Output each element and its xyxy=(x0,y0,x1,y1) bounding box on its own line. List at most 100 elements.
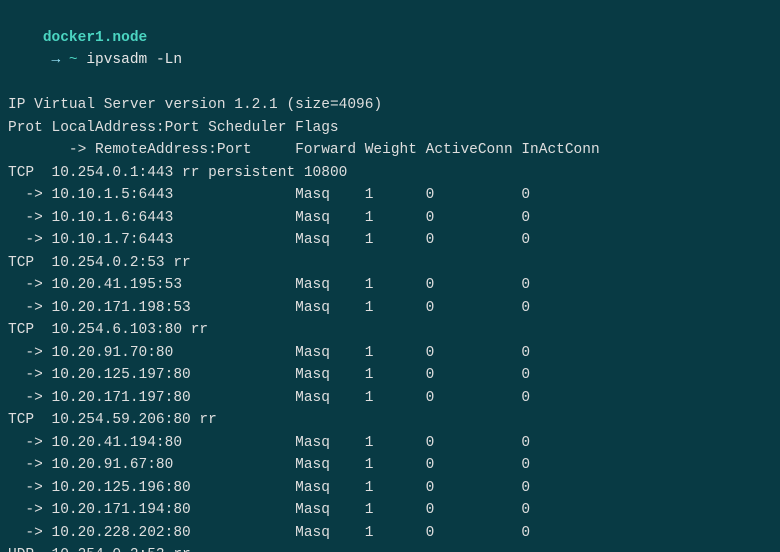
real-addr: 10.20.125.196:80 xyxy=(52,477,296,500)
hdr-remote: -> RemoteAddress:Port xyxy=(52,139,296,162)
real-addr: 10.20.171.197:80 xyxy=(52,387,296,410)
ipvs-table: TCP10.254.0.1:443 rr persistent 10800 ->… xyxy=(8,162,772,552)
real-forward: Masq xyxy=(295,432,365,455)
real-weight: 1 xyxy=(365,387,426,410)
prompt-arrow-icon: → xyxy=(43,52,69,68)
real-forward: Masq xyxy=(295,364,365,387)
real-addr: 10.10.1.5:6443 xyxy=(52,184,296,207)
service-row: TCP10.254.0.2:53 rr xyxy=(8,252,772,275)
real-activeconn: 0 xyxy=(426,454,522,477)
real-activeconn: 0 xyxy=(426,229,522,252)
real-indent: -> xyxy=(8,454,52,477)
real-addr: 10.10.1.7:6443 xyxy=(52,229,296,252)
real-weight: 1 xyxy=(365,499,426,522)
real-activeconn: 0 xyxy=(426,274,522,297)
real-weight: 1 xyxy=(365,297,426,320)
real-server-row: -> 10.10.1.6:6443 Masq 1 0 0 xyxy=(8,207,772,230)
real-activeconn: 0 xyxy=(426,207,522,230)
service-prot: TCP xyxy=(8,162,52,185)
real-inactconn: 0 xyxy=(521,184,591,207)
real-addr: 10.20.41.194:80 xyxy=(52,432,296,455)
real-addr: 10.20.171.198:53 xyxy=(52,297,296,320)
real-forward: Masq xyxy=(295,229,365,252)
real-forward: Masq xyxy=(295,522,365,545)
real-indent: -> xyxy=(8,184,52,207)
real-forward: Masq xyxy=(295,499,365,522)
header-row-1: ProtLocalAddress:Port SchedulerFlags xyxy=(8,117,772,140)
real-indent: -> xyxy=(8,342,52,365)
real-activeconn: 0 xyxy=(426,387,522,410)
service-addr: 10.254.59.206:80 rr xyxy=(52,409,296,432)
service-row: TCP10.254.6.103:80 rr xyxy=(8,319,772,342)
real-activeconn: 0 xyxy=(426,522,522,545)
real-server-row: -> 10.20.41.195:53 Masq 1 0 0 xyxy=(8,274,772,297)
real-weight: 1 xyxy=(365,522,426,545)
hdr-inactconn: InActConn xyxy=(521,139,591,162)
service-row: TCP10.254.0.1:443 rr persistent 10800 xyxy=(8,162,772,185)
real-indent: -> xyxy=(8,207,52,230)
real-addr: 10.20.41.195:53 xyxy=(52,274,296,297)
real-addr: 10.20.228.202:80 xyxy=(52,522,296,545)
real-indent: -> xyxy=(8,477,52,500)
real-server-row: -> 10.10.1.7:6443 Masq 1 0 0 xyxy=(8,229,772,252)
service-prot: UDP xyxy=(8,544,52,552)
service-addr: 10.254.0.1:443 rr persistent 10800 xyxy=(52,162,296,185)
header-row-2: -> RemoteAddress:PortForwardWeightActive… xyxy=(8,139,772,162)
prompt-line: docker1.node → ~ ipvsadm -Ln xyxy=(8,4,772,94)
real-weight: 1 xyxy=(365,229,426,252)
real-addr: 10.20.171.194:80 xyxy=(52,499,296,522)
banner-line: IP Virtual Server version 1.2.1 (size=40… xyxy=(8,94,772,117)
terminal-window[interactable]: docker1.node → ~ ipvsadm -Ln IP Virtual … xyxy=(0,0,780,552)
service-prot: TCP xyxy=(8,252,52,275)
real-activeconn: 0 xyxy=(426,364,522,387)
hdr-flags: Flags xyxy=(295,120,339,136)
service-addr: 10.254.0.2:53 rr xyxy=(52,252,296,275)
real-weight: 1 xyxy=(365,454,426,477)
real-indent: -> xyxy=(8,387,52,410)
command-text: ipvsadm -Ln xyxy=(86,52,182,68)
real-activeconn: 0 xyxy=(426,297,522,320)
real-server-row: -> 10.20.41.194:80 Masq 1 0 0 xyxy=(8,432,772,455)
real-weight: 1 xyxy=(365,274,426,297)
real-addr: 10.20.91.67:80 xyxy=(52,454,296,477)
real-inactconn: 0 xyxy=(521,499,591,522)
real-weight: 1 xyxy=(365,342,426,365)
real-activeconn: 0 xyxy=(426,432,522,455)
service-row: TCP10.254.59.206:80 rr xyxy=(8,409,772,432)
service-prot: TCP xyxy=(8,409,52,432)
real-inactconn: 0 xyxy=(521,229,591,252)
real-inactconn: 0 xyxy=(521,342,591,365)
real-server-row: -> 10.10.1.5:6443 Masq 1 0 0 xyxy=(8,184,772,207)
prompt-path: ~ xyxy=(69,52,78,68)
real-indent: -> xyxy=(8,364,52,387)
real-server-row: -> 10.20.171.197:80 Masq 1 0 0 xyxy=(8,387,772,410)
real-forward: Masq xyxy=(295,184,365,207)
service-addr: 10.254.0.2:53 rr xyxy=(52,544,296,552)
real-forward: Masq xyxy=(295,387,365,410)
hdr-forward: Forward xyxy=(295,139,365,162)
real-activeconn: 0 xyxy=(426,184,522,207)
real-forward: Masq xyxy=(295,207,365,230)
real-activeconn: 0 xyxy=(426,499,522,522)
real-inactconn: 0 xyxy=(521,207,591,230)
real-weight: 1 xyxy=(365,184,426,207)
real-addr: 10.10.1.6:6443 xyxy=(52,207,296,230)
real-indent: -> xyxy=(8,274,52,297)
real-weight: 1 xyxy=(365,364,426,387)
real-activeconn: 0 xyxy=(426,342,522,365)
real-inactconn: 0 xyxy=(521,274,591,297)
hdr-addr: LocalAddress:Port Scheduler xyxy=(52,117,296,140)
real-inactconn: 0 xyxy=(521,364,591,387)
real-server-row: -> 10.20.228.202:80 Masq 1 0 0 xyxy=(8,522,772,545)
real-server-row: -> 10.20.171.194:80 Masq 1 0 0 xyxy=(8,499,772,522)
real-inactconn: 0 xyxy=(521,297,591,320)
real-indent: -> xyxy=(8,297,52,320)
real-indent: -> xyxy=(8,522,52,545)
real-weight: 1 xyxy=(365,207,426,230)
real-forward: Masq xyxy=(295,297,365,320)
real-indent: -> xyxy=(8,499,52,522)
real-addr: 10.20.125.197:80 xyxy=(52,364,296,387)
hdr-weight: Weight xyxy=(365,139,426,162)
hostname: docker1.node xyxy=(43,30,147,46)
real-weight: 1 xyxy=(365,477,426,500)
